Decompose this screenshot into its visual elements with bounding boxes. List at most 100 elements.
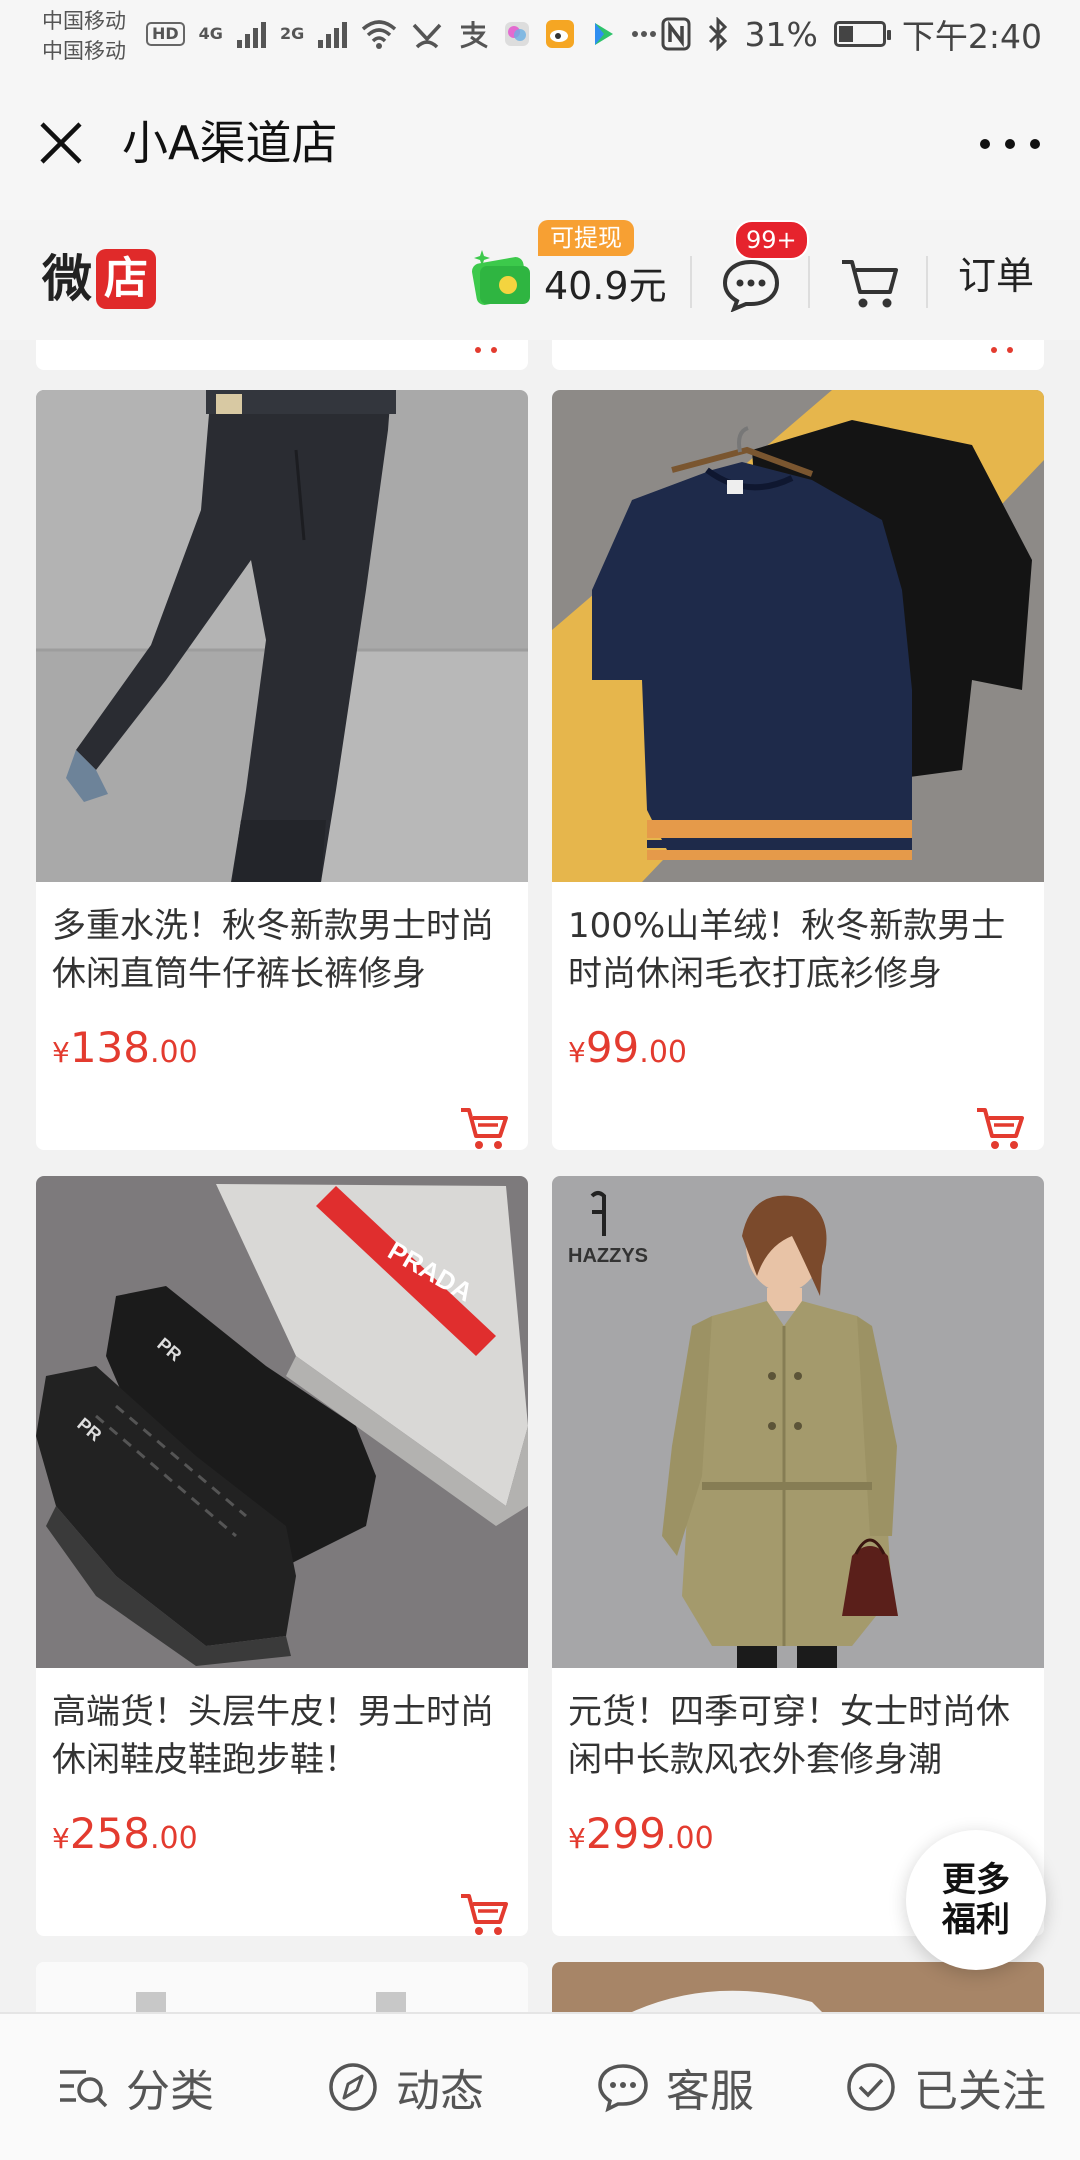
page-title: 小A渠道店 — [122, 116, 338, 170]
previous-card-bottom — [552, 340, 1044, 370]
nav-feed[interactable]: 动态 — [270, 2014, 540, 2160]
product-title[interactable]: 100%山羊绒！秋冬新款男士时尚休闲毛衣打底衫修身 — [568, 902, 1028, 998]
message-icon[interactable] — [720, 256, 782, 312]
nav-label: 已关注 — [914, 2066, 1046, 2117]
currency-symbol: ¥ — [568, 1822, 586, 1855]
add-to-cart-icon[interactable] — [458, 1890, 510, 1936]
signal-icons: HD 4G 2G — [146, 12, 657, 56]
nav-label: 动态 — [396, 2066, 484, 2117]
battery-level — [838, 26, 854, 42]
benefit-line-2: 福利 — [942, 1900, 1010, 1940]
price-decimal: .00 — [639, 1035, 687, 1070]
logo-text: 微 — [42, 250, 92, 308]
network-4g-label: 4G — [198, 24, 223, 43]
nav-label: 客服 — [666, 2066, 754, 2117]
product-card[interactable]: 多重水洗！秋冬新款男士时尚休闲直筒牛仔裤长裤修身 ¥138.00 — [36, 390, 528, 1150]
product-price: ¥99.00 — [568, 1018, 687, 1087]
currency-symbol: ¥ — [52, 1036, 70, 1069]
logo-badge: 店 — [96, 249, 156, 309]
orders-link[interactable]: 订单 — [958, 246, 1034, 306]
product-price: ¥138.00 — [52, 1018, 198, 1087]
divider — [690, 256, 692, 308]
balance-amount[interactable]: 40.9元 — [544, 256, 667, 316]
product-grid: 多重水洗！秋冬新款男士时尚休闲直筒牛仔裤长裤修身 ¥138.00 100%山羊绒… — [0, 340, 1080, 2012]
category-search-icon — [60, 2070, 108, 2108]
price-decimal: .00 — [666, 1821, 714, 1856]
add-to-cart-icon[interactable] — [974, 1104, 1026, 1150]
signal-icon — [236, 20, 266, 48]
currency-symbol: ¥ — [568, 1036, 586, 1069]
more-options-icon[interactable] — [980, 126, 1040, 162]
status-bar: 中国移动 中国移动 HD 4G 2G 31% 下午2:40 — [0, 0, 1080, 70]
network-2g-label: 2G — [279, 24, 305, 43]
price-integer: 99 — [585, 1023, 640, 1072]
hd-badge: HD — [146, 22, 185, 46]
shop-header: 微 店 可提现 40.9元 99+ 订单 — [0, 220, 1080, 340]
product-title[interactable]: 多重水洗！秋冬新款男士时尚休闲直筒牛仔裤长裤修身 — [52, 902, 512, 998]
alipay-icon — [460, 21, 488, 49]
cashmere-sweaters-photo — [552, 390, 1044, 882]
title-bar: 小A渠道店 — [0, 70, 1080, 220]
product-title[interactable]: 高端货！头层牛皮！男士时尚休闲鞋皮鞋跑步鞋！ — [52, 1688, 512, 1784]
nav-category[interactable]: 分类 — [0, 2014, 270, 2160]
product-card[interactable]: PRADA PR PR 高端货！头层牛皮！男士时尚休闲鞋皮鞋跑步鞋！ ¥258.… — [36, 1176, 528, 1936]
divider — [808, 256, 810, 308]
coat-brand-text: HAZZYS — [568, 1245, 648, 1267]
wifi-icon — [362, 20, 397, 49]
currency-symbol: ¥ — [52, 1822, 70, 1855]
price-integer: 258 — [69, 1809, 150, 1858]
price-decimal: .00 — [150, 1821, 198, 1856]
price-integer: 299 — [585, 1809, 666, 1858]
more-notifications-icon — [632, 31, 657, 37]
product-price: ¥299.00 — [568, 1804, 714, 1873]
nav-service[interactable]: 客服 — [540, 2014, 810, 2160]
withdraw-badge: 可提现 — [538, 220, 634, 256]
cart-icon[interactable] — [466, 344, 506, 356]
bluetooth-icon — [708, 17, 727, 51]
wallet-icon[interactable] — [470, 248, 536, 308]
product-image-partial — [36, 1962, 528, 2012]
product-image[interactable] — [36, 390, 528, 882]
product-card[interactable]: HAZZYS 元货！四季可穿！女士时尚休闲中长款风衣外套修身潮 ¥299.00 — [552, 1176, 1044, 1936]
product-card[interactable]: 100%山羊绒！秋冬新款男士时尚休闲毛衣打底衫修身 ¥99.00 — [552, 390, 1044, 1150]
benefit-line-1: 更多 — [942, 1860, 1010, 1900]
add-to-cart-icon[interactable] — [458, 1104, 510, 1150]
product-image[interactable]: HAZZYS — [552, 1176, 1044, 1668]
compass-icon — [329, 2063, 377, 2111]
bottom-nav: 分类 动态 客服 已关注 — [0, 2012, 1080, 2160]
divider — [926, 256, 928, 308]
product-card-partial[interactable] — [36, 1962, 528, 2012]
product-price: ¥258.00 — [52, 1804, 198, 1873]
dark-jeans-photo — [36, 390, 528, 882]
cart-icon[interactable] — [982, 344, 1022, 356]
product-image[interactable]: PRADA PR PR — [36, 1176, 528, 1668]
video-play-icon — [595, 23, 614, 45]
price-decimal: .00 — [150, 1035, 198, 1070]
nfc-icon — [661, 17, 691, 51]
status-right: 31% 下午2:40 — [661, 12, 1042, 56]
cart-icon[interactable] — [838, 254, 900, 312]
app-icon — [505, 22, 530, 46]
message-count-badge: 99+ — [734, 220, 809, 260]
more-benefits-button[interactable]: 更多 福利 — [906, 1830, 1046, 1970]
battery-percent: 31% — [744, 14, 818, 54]
nav-following[interactable]: 已关注 — [810, 2014, 1080, 2160]
product-title[interactable]: 元货！四季可穿！女士时尚休闲中长款风衣外套修身潮 — [568, 1688, 1028, 1784]
trench-coat-photo: HAZZYS — [552, 1176, 1044, 1668]
clock: 下午2:40 — [901, 17, 1042, 56]
leather-shoes-photo: PRADA PR PR — [36, 1176, 528, 1668]
carrier-name-2: 中国移动 — [42, 39, 126, 63]
close-icon[interactable] — [36, 118, 86, 168]
price-integer: 138 — [69, 1023, 150, 1072]
check-circle-icon — [847, 2063, 895, 2111]
weibo-icon — [546, 20, 575, 48]
previous-card-bottom — [36, 340, 528, 370]
product-image[interactable] — [552, 390, 1044, 882]
app-screen: 中国移动 中国移动 HD 4G 2G 31% 下午2:40 小A渠道店 微 店 … — [0, 0, 1080, 2160]
carrier-info: 中国移动 中国移动 — [42, 6, 126, 66]
weidian-logo[interactable]: 微 店 — [42, 246, 156, 312]
signal-icon — [318, 20, 348, 48]
carrier-name-1: 中国移动 — [42, 9, 126, 33]
chat-bubble-icon — [598, 2064, 648, 2113]
missed-call-icon — [412, 23, 442, 49]
